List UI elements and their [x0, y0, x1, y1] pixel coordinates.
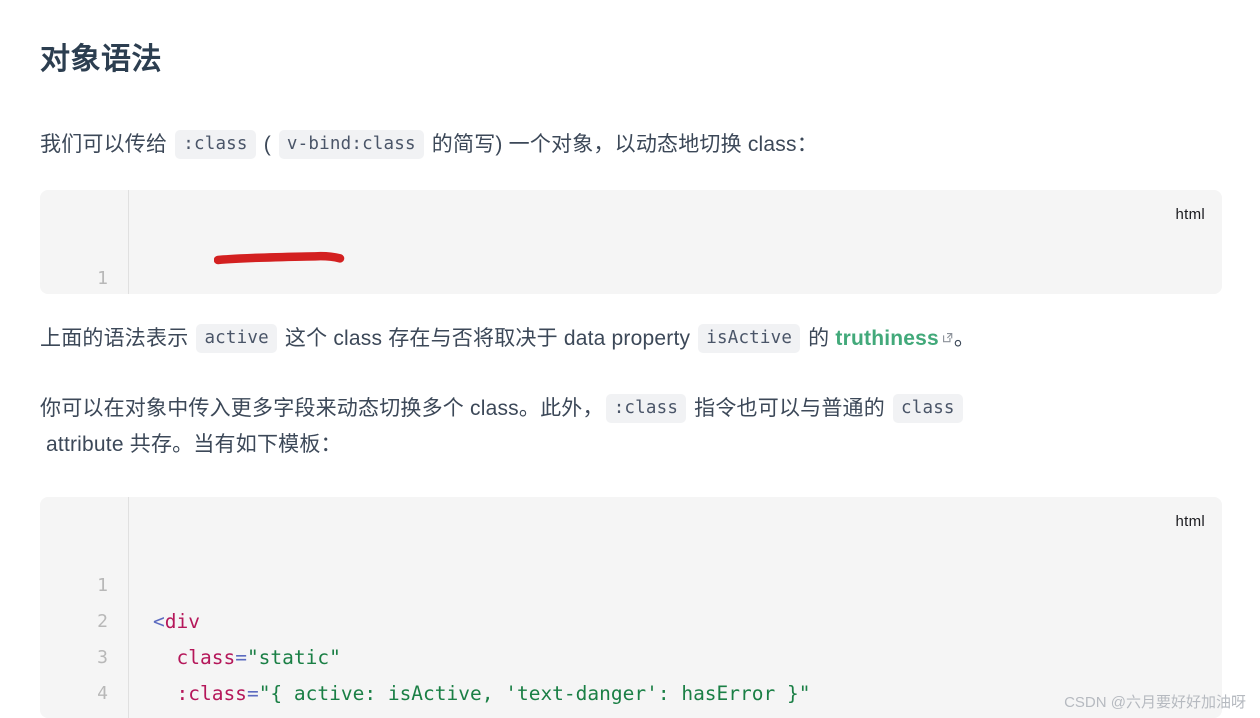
code-line-number: 1 [97, 268, 108, 289]
inline-code-class-binding: :class [175, 130, 256, 159]
paragraph-truthiness-text-1: 上面的语法表示 [40, 327, 195, 350]
code-token: = [246, 682, 259, 705]
code-line: 1 <div :class="{ active: isActive }"></d… [40, 225, 1222, 289]
code-line: 4 ></div> [40, 640, 1222, 704]
inline-code-v-bind-class: v-bind:class [278, 130, 424, 159]
code-token: :class [176, 682, 247, 705]
inline-code-isactive: isActive [698, 324, 801, 353]
document-page: 对象语法 我们可以传给 :class ( v-bind:class 的简写) 一… [0, 0, 1260, 718]
code-line: 1 <div [40, 532, 1222, 633]
inline-code-class-binding-2: :class [605, 394, 687, 423]
paragraph-multiple-text-2: 指令也可以与普通的 [688, 397, 891, 420]
truthiness-link-label: truthiness [835, 327, 939, 350]
paragraph-intro-text-3: 的简写) 一个对象，以动态地切换 class： [425, 133, 818, 156]
paragraph-intro-text-1: 我们可以传给 [40, 133, 174, 156]
paragraph-multiple-text-1: 你可以在对象中传入更多字段来动态切换多个 class。此外， [40, 397, 604, 420]
code-block-combined-class[interactable]: html 1 <div 2 class="static" 3 :class="{… [40, 497, 1222, 718]
code-lines-2: 1 <div 2 class="static" 3 :class="{ acti… [40, 497, 1222, 705]
csdn-watermark: CSDN @六月要好好加油呀 [1064, 694, 1246, 711]
code-line-number: 4 [97, 683, 108, 704]
page-title: 对象语法 [40, 43, 162, 76]
paragraph-truthiness-text-2: 这个 class 存在与否将取决于 data property [278, 327, 697, 350]
paragraph-multiple-text-3: attribute 共存。当有如下模板： [40, 433, 342, 456]
code-line-content: ></div> [153, 712, 235, 718]
code-lines-1: 1 <div :class="{ active: isActive }"></d… [40, 190, 1222, 289]
paragraph-intro-text-2: ( [257, 133, 277, 156]
paragraph-truthiness-text-3: 的 [802, 327, 836, 350]
external-link-icon [942, 333, 953, 343]
code-line: 3 :class="{ active: isActive, 'text-dang… [40, 604, 1222, 705]
truthiness-link[interactable]: truthiness [835, 327, 954, 350]
paragraph-truthiness-text-4: 。 [953, 327, 976, 350]
paragraph-truthiness: 上面的语法表示 active 这个 class 存在与否将取决于 data pr… [40, 321, 975, 357]
code-block-object-syntax[interactable]: html 1 <div :class="{ active: isActive }… [40, 190, 1222, 294]
code-token: "{ active: isActive, 'text-danger': hasE… [258, 682, 811, 705]
code-line: 2 class="static" [40, 568, 1222, 669]
paragraph-multiple-classes: 你可以在对象中传入更多字段来动态切换多个 class。此外，:class 指令也… [40, 391, 1225, 463]
inline-code-active: active [196, 324, 277, 353]
inline-code-class-attr: class [892, 394, 963, 423]
code-line-content: :class="{ active: isActive, 'text-danger… [153, 676, 810, 712]
paragraph-intro: 我们可以传给 :class ( v-bind:class 的简写) 一个对象，以… [40, 127, 818, 163]
